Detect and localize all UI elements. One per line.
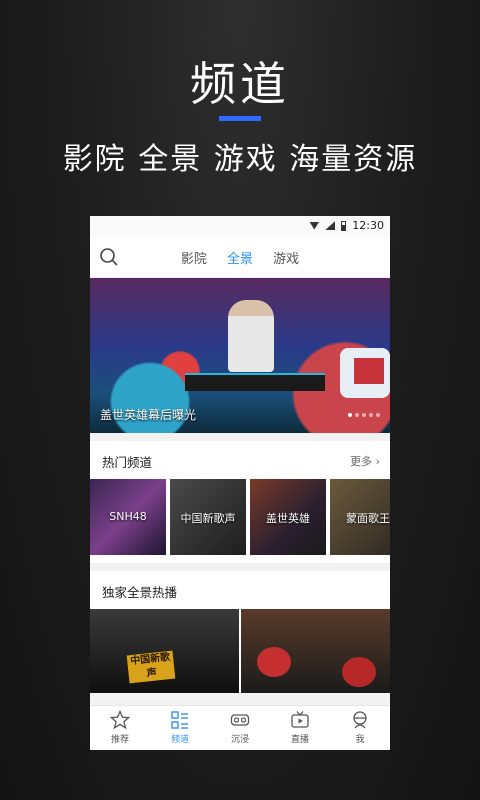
top-nav: 影院 全景 游戏 — [90, 237, 390, 278]
banner-image-stage — [185, 373, 325, 391]
signal-icon — [325, 221, 336, 230]
channel-label: SNH48 — [109, 510, 147, 523]
channel-card-snh48[interactable]: SNH48 — [90, 479, 166, 555]
exclusive-list: 中国新歌声 — [90, 609, 390, 693]
bottom-nav: 推荐 频道 沉浸 直播 我 — [90, 705, 390, 750]
promo-title: 频道 — [190, 57, 290, 111]
more-label: 更多 — [350, 455, 373, 468]
nav-label: 我 — [355, 735, 365, 745]
tv-icon — [291, 711, 309, 728]
star-icon — [110, 710, 130, 730]
banner-caption: 盖世英雄幕后曝光 — [100, 408, 197, 422]
carousel-dot[interactable] — [355, 413, 359, 417]
nav-item-live[interactable]: 直播 — [270, 706, 330, 750]
nav-label: 推荐 — [110, 735, 129, 745]
nav-label: 沉浸 — [230, 735, 249, 745]
channel-label: 中国新歌声 — [180, 512, 236, 525]
channel-list: SNH48 中国新歌声 盖世英雄 蒙面歌王 — [90, 479, 390, 563]
status-time: 12:30 — [352, 219, 384, 232]
carousel-dot[interactable] — [369, 413, 373, 417]
tab-panorama[interactable]: 全景 — [227, 248, 253, 267]
more-link[interactable]: 更多 › — [350, 453, 380, 469]
promo-subtitle: 影院 全景 游戏 海量资源 — [62, 142, 418, 177]
section-title-exclusive: 独家全景热播 — [102, 585, 178, 600]
section-title-hot-channels: 热门频道 — [102, 455, 153, 470]
user-icon — [353, 711, 367, 729]
banner-image-prop-accent — [354, 358, 384, 384]
boxing-glove-image — [257, 647, 291, 677]
tab-games[interactable]: 游戏 — [273, 248, 299, 267]
status-bar: 12:30 — [90, 216, 390, 237]
carousel-dot[interactable] — [376, 413, 380, 417]
nav-item-immersive[interactable]: 沉浸 — [210, 706, 270, 750]
wifi-icon — [309, 221, 320, 230]
channel-card-hero[interactable]: 盖世英雄 — [250, 479, 326, 555]
boxing-glove-image — [342, 657, 376, 687]
channel-tabs: 影院 全景 游戏 — [90, 248, 390, 267]
channel-label: 盖世英雄 — [266, 512, 310, 525]
battery-icon — [341, 220, 347, 231]
phone-screen: 12:30 影院 全景 游戏 盖世英雄幕后曝光 热门频道 更多 › SNH48 … — [90, 216, 390, 750]
channel-card-sing-china[interactable]: 中国新歌声 — [170, 479, 246, 555]
nav-item-channel[interactable]: 频道 — [150, 706, 210, 750]
exclusive-card-sing-china[interactable]: 中国新歌声 — [90, 609, 239, 693]
channel-list-icon — [171, 711, 188, 729]
nav-label: 频道 — [170, 735, 189, 745]
exclusive-section: 独家全景热播 中国新歌声 — [90, 571, 390, 693]
nav-item-me[interactable]: 我 — [330, 706, 390, 750]
hot-channels-section: 热门频道 更多 › SNH48 中国新歌声 盖世英雄 蒙面歌王 — [90, 441, 390, 563]
tab-cinema[interactable]: 影院 — [181, 248, 207, 267]
channel-card-masked-singer[interactable]: 蒙面歌王 — [330, 479, 390, 555]
carousel-dot[interactable] — [362, 413, 366, 417]
nav-label: 直播 — [290, 735, 309, 745]
channel-label: 蒙面歌王 — [346, 512, 390, 525]
exclusive-card-boxing[interactable] — [241, 609, 390, 693]
banner-image-dj — [228, 300, 274, 372]
banner-carousel[interactable]: 盖世英雄幕后曝光 — [90, 278, 390, 433]
carousel-dots — [348, 413, 380, 417]
show-logo: 中国新歌声 — [126, 650, 176, 684]
vr-glasses-icon — [230, 714, 250, 726]
promo-accent-bar — [219, 116, 261, 121]
chevron-right-icon: › — [375, 455, 380, 468]
carousel-dot[interactable] — [348, 413, 352, 417]
nav-item-recommend[interactable]: 推荐 — [90, 706, 150, 750]
